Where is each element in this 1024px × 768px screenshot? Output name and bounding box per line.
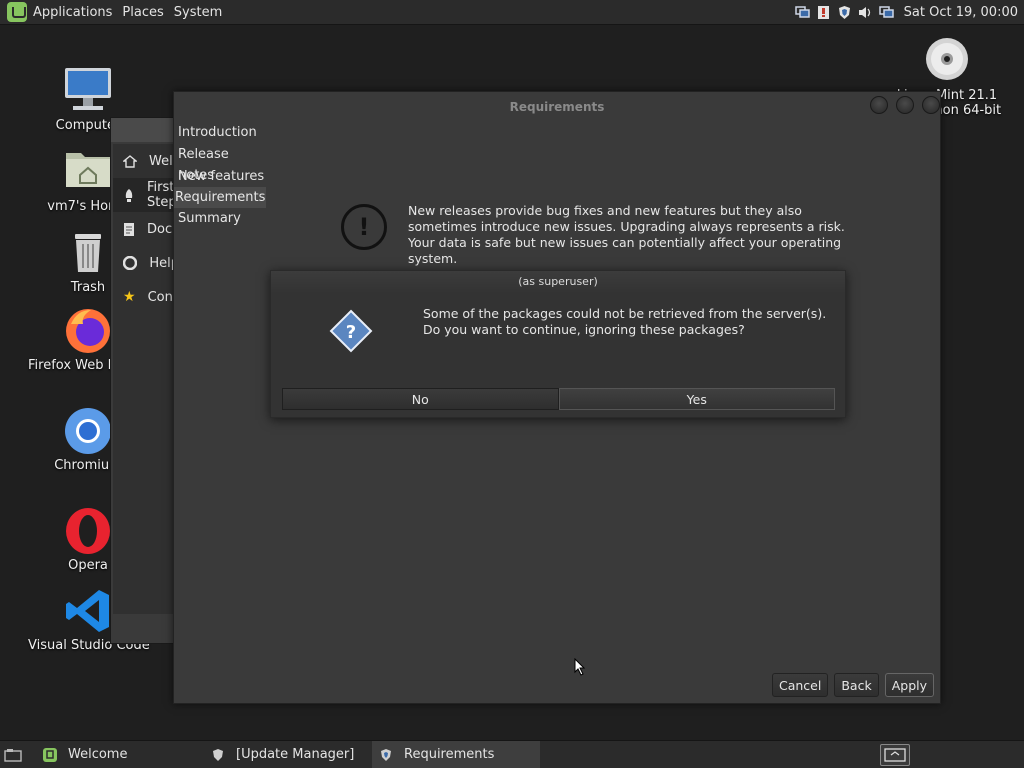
welcome-item-contribute[interactable]: ★ Contribute [113,280,216,314]
mint-welcome-icon [42,747,58,763]
welcome-titlebar[interactable] [111,118,179,142]
question-icon: ? [329,309,373,353]
update-warning-icon[interactable] [816,5,831,20]
mint-logo-icon[interactable] [7,2,27,22]
superuser-dialog[interactable]: (as superuser) ? Some of the packages co… [270,270,846,418]
requirements-window[interactable]: Requirements Introduction Release notes … [173,91,941,704]
dialog-message: Some of the packages could not be retrie… [423,306,833,338]
menu-places[interactable]: Places [122,5,171,20]
requirements-sidebar: Introduction Release notes New features … [174,122,266,229]
show-desktop-icon [4,748,22,762]
disc-icon [922,36,972,86]
chromium-icon [63,406,113,456]
dialog-message-line2: Do you want to continue, ignoring these … [423,322,745,337]
yes-button[interactable]: Yes [558,388,835,410]
warning-icon: ! [341,204,387,250]
welcome-item-welcome[interactable]: Welcome [113,144,208,178]
volume-icon[interactable] [858,5,873,20]
opera-icon [63,506,113,556]
home-icon [123,153,137,169]
sidebar-item-new-features[interactable]: New features [174,166,266,187]
task-label: Requirements [404,747,495,762]
show-desktop-button[interactable] [0,741,36,768]
menu-system[interactable]: System [174,5,230,20]
network-icon[interactable] [794,5,810,20]
top-panel: Applications Places System Sat Oct 19, 0… [0,0,1024,25]
maximize-button[interactable] [896,96,914,114]
no-button[interactable]: No [282,388,559,410]
back-button[interactable]: Back [834,673,879,697]
system-tray: Sat Oct 19, 00:00 [794,0,1018,25]
rocket-icon [123,187,135,203]
task-welcome[interactable]: Welcome [36,741,204,768]
minimize-button[interactable] [870,96,888,114]
cancel-button[interactable]: Cancel [771,673,829,697]
workspace-switcher[interactable] [880,744,910,766]
document-icon [123,221,135,237]
trash-icon [63,228,113,278]
welcome-sidebar: Welcome First Steps Documentation Help ★… [113,144,247,614]
home-folder-icon [63,147,113,197]
welcome-window[interactable]: Welcome First Steps Documentation Help ★… [110,117,247,644]
computer-icon [63,66,113,116]
shield-icon [378,747,394,763]
sidebar-item-introduction[interactable]: Introduction [174,122,266,143]
task-update-manager[interactable]: [Update Manager] [204,741,372,768]
warning-text: New releases provide bug fixes and new f… [408,203,845,266]
task-requirements[interactable]: Requirements [372,740,540,768]
welcome-item-documentation[interactable]: Documentation [113,212,247,246]
close-button[interactable] [922,96,940,114]
network-2-icon[interactable] [878,5,894,20]
window-title: Requirements [509,100,605,114]
firefox-icon [63,306,113,356]
shield-icon[interactable] [837,5,852,20]
workspace-icon [884,748,906,762]
welcome-item-help[interactable]: Help [113,246,179,280]
dialog-title: (as superuser) [271,271,845,293]
star-icon: ★ [123,289,136,305]
apply-button[interactable]: Apply [884,673,934,697]
clock[interactable]: Sat Oct 19, 00:00 [904,5,1018,20]
sidebar-item-release-notes[interactable]: Release notes [174,144,266,183]
sidebar-item-summary[interactable]: Summary [174,208,266,229]
task-label: [Update Manager] [236,747,355,762]
svg-text:?: ? [346,322,356,343]
wizard-buttons: Cancel Back Apply [766,673,934,697]
welcome-item-first-steps[interactable]: First Steps [113,178,183,212]
sidebar-item-requirements[interactable]: Requirements [174,187,266,208]
dialog-buttons: No Yes [282,388,835,410]
help-icon [123,255,138,271]
bottom-panel: Welcome [Update Manager] Requirements [0,740,1024,768]
menu-applications[interactable]: Applications [33,5,120,20]
shield-icon [210,747,226,763]
main-menu: Applications Places System [0,0,232,24]
window-controls [862,96,940,114]
dialog-message-line1: Some of the packages could not be retrie… [423,306,827,321]
task-label: Welcome [68,747,128,762]
vscode-icon [63,586,113,636]
